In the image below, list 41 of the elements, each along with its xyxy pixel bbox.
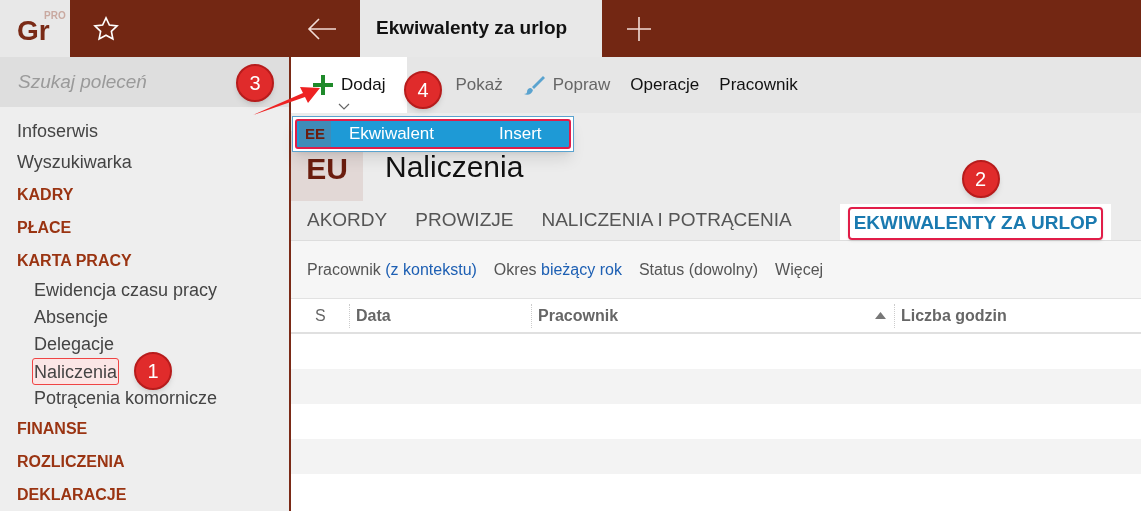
sidebar-item[interactable]: Infoserwis — [17, 116, 99, 147]
tab[interactable]: PROWIZJE — [401, 205, 528, 240]
sidebar-item[interactable]: Absencje — [32, 304, 111, 331]
column-header[interactable]: Pracownik — [531, 303, 894, 328]
page-title: Naliczenia — [385, 148, 524, 185]
new-tab-icon — [626, 15, 652, 42]
sidebar-item[interactable]: Delegacje — [32, 331, 117, 358]
toolbar-button[interactable]: Pracownik — [709, 57, 808, 113]
sidebar-item[interactable]: Wyszukiwarka — [17, 147, 132, 178]
caret-icon — [338, 103, 350, 110]
search-field[interactable]: Szukaj poleceń — [18, 67, 238, 97]
back-arrow-icon — [306, 16, 338, 41]
tab[interactable]: EKWIWALENTY ZA URLOP — [847, 207, 1104, 240]
tab[interactable]: NALICZENIA I POTRĄCENIA — [527, 205, 806, 240]
filter-link[interactable]: Więcej — [775, 257, 824, 282]
filter-link[interactable]: Status (dowolny) — [638, 257, 759, 282]
sidebar-item[interactable]: KARTA PRACY — [17, 244, 132, 277]
column-header[interactable]: Data — [349, 303, 531, 328]
sidebar-item[interactable]: KADRY — [17, 178, 74, 211]
toolbar-button[interactable]: Dodaj — [291, 57, 408, 113]
sidebar-item[interactable]: PŁACE — [17, 211, 72, 244]
sidebar-item[interactable]: FINANSE — [17, 412, 88, 445]
item-badge: EE — [299, 121, 331, 147]
sidebar-item[interactable]: ROZLICZENIA — [17, 445, 125, 478]
plus-icon — [313, 75, 333, 95]
callout-number: 2 — [961, 160, 1000, 198]
callout-number: 1 — [134, 352, 172, 390]
sidebar-item[interactable]: DEKLARACJE — [17, 478, 127, 511]
toolbar-button[interactable]: Operacje — [620, 57, 710, 113]
tab[interactable]: AKORDY — [293, 205, 402, 240]
brush-icon — [522, 74, 545, 96]
sidebar-item[interactable]: Naliczenia — [32, 358, 120, 385]
column-header[interactable]: Liczba godzin — [894, 303, 1141, 328]
filter-link[interactable]: Okres bieżący rok — [493, 257, 622, 282]
logo-superscript: PRO — [44, 9, 66, 21]
sidebar-item[interactable]: Ewidencja czasu pracy — [32, 277, 220, 304]
filter-link[interactable]: Pracownik (z kontekstu) — [307, 257, 477, 282]
shortcut-text: Insert — [499, 123, 542, 146]
menu-item[interactable]: EE Ekwiwalent Insert — [295, 119, 571, 149]
star-icon — [92, 14, 120, 43]
column-header[interactable]: S — [291, 303, 349, 328]
